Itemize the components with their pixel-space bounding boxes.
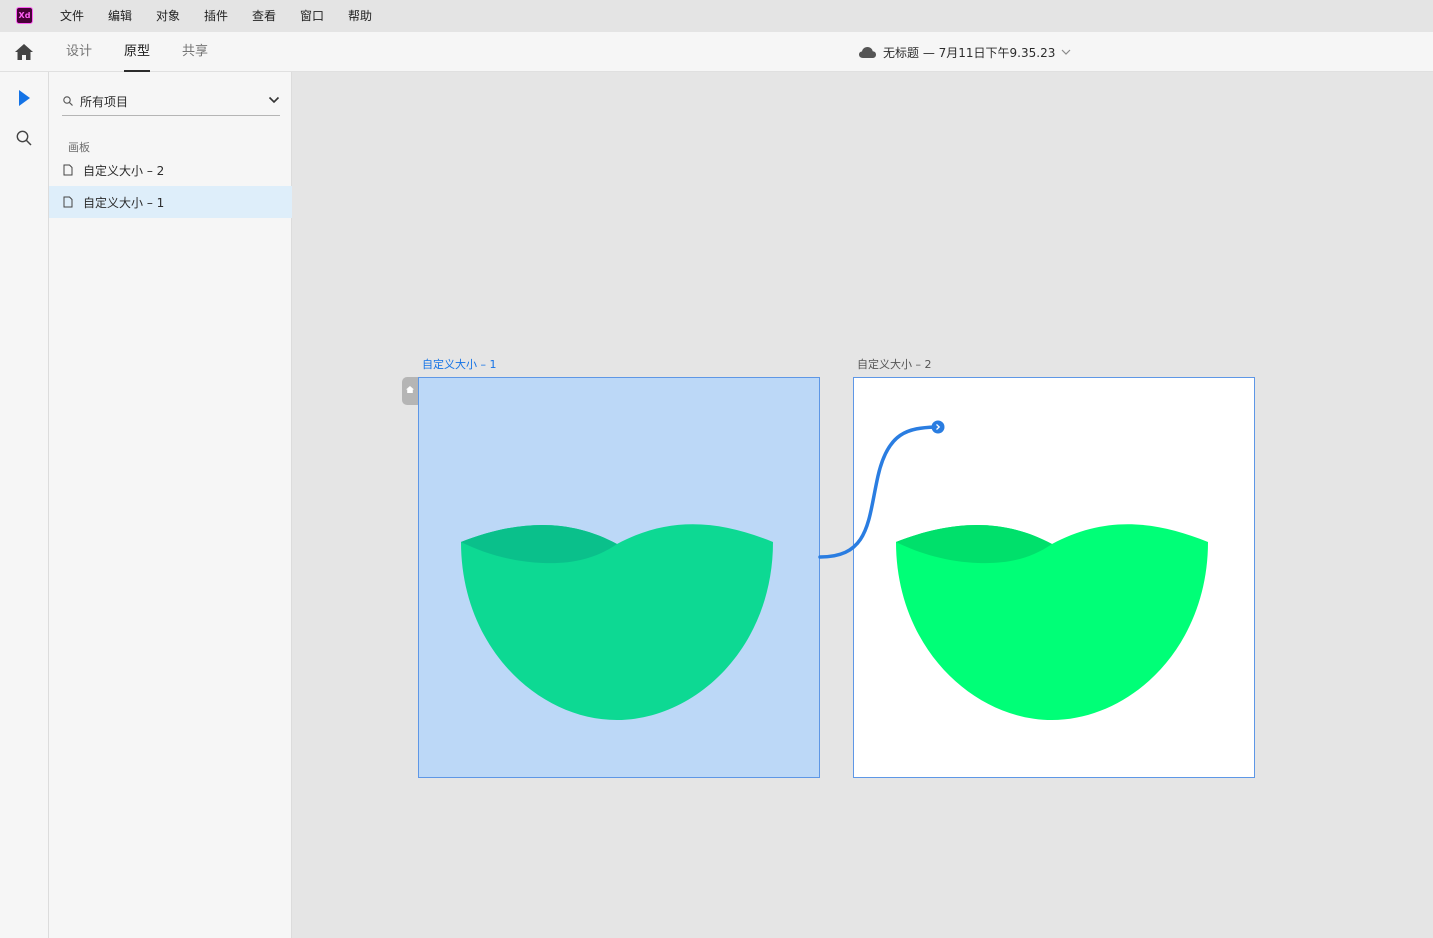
artboard-list-label: 自定义大小 – 1 [83,196,165,210]
chevron-down-icon [268,96,280,104]
filter-label: 所有项目 [80,95,129,109]
lips-shape [461,524,773,720]
menu-object[interactable]: 对象 [156,0,180,32]
tab-share[interactable]: 共享 [182,32,208,72]
mode-tab-bar: 设计 原型 共享 无标题 — 7月11日下午9.35.23 [0,32,1433,72]
tab-prototype-label: 原型 [124,44,151,59]
arrow-pointer-icon [19,90,30,106]
chevron-down-icon [1061,49,1071,55]
artboard-title-1[interactable]: 自定义大小 – 1 [422,356,497,372]
tab-design[interactable]: 设计 [66,32,92,72]
artboard-title-2[interactable]: 自定义大小 – 2 [857,356,932,372]
artboard-list-item-selected[interactable]: 自定义大小 – 1 [49,186,292,218]
artboard-icon [63,196,73,208]
menu-view[interactable]: 查看 [252,0,276,32]
home-artboard-marker[interactable] [402,377,418,405]
document-title-dropdown[interactable]: 无标题 — 7月11日下午9.35.23 [858,32,1071,72]
tab-prototype[interactable]: 原型 [124,32,151,72]
search-icon [63,96,73,106]
tab-share-label: 共享 [182,44,209,59]
menu-file[interactable]: 文件 [60,0,84,32]
artboard-2[interactable] [853,377,1255,778]
select-tool[interactable] [14,88,34,108]
tool-rail [0,72,49,938]
canvas[interactable]: 自定义大小 – 1 自定义大小 – 2 [293,72,1433,938]
menu-edit[interactable]: 编辑 [108,0,132,32]
artboard-list-item[interactable]: 自定义大小 – 2 [49,154,292,186]
home-icon[interactable] [12,41,36,63]
search-icon [16,130,32,146]
document-title: 无标题 — 7月11日下午9.35.23 [883,45,1056,60]
zoom-tool[interactable] [14,128,34,148]
menu-window[interactable]: 窗口 [300,0,324,32]
cloud-icon [859,46,876,58]
menu-help[interactable]: 帮助 [348,0,372,32]
artboards-panel: 所有项目 画板 自定义大小 – 2 自定义大小 – 1 [49,72,292,938]
home-icon [406,386,414,393]
xd-logo-icon: Xd [16,7,33,24]
artboard-icon [63,164,73,176]
artboard-1[interactable] [418,377,820,778]
artboard-list-label: 自定义大小 – 2 [83,164,165,178]
section-title: 画板 [68,141,90,154]
menu-plugins[interactable]: 插件 [204,0,228,32]
menu-bar: Xd 文件 编辑 对象 插件 查看 窗口 帮助 [0,0,1433,32]
lips-shape [896,524,1208,720]
tab-design-label: 设计 [66,44,93,59]
filter-dropdown[interactable]: 所有项目 [62,88,280,116]
